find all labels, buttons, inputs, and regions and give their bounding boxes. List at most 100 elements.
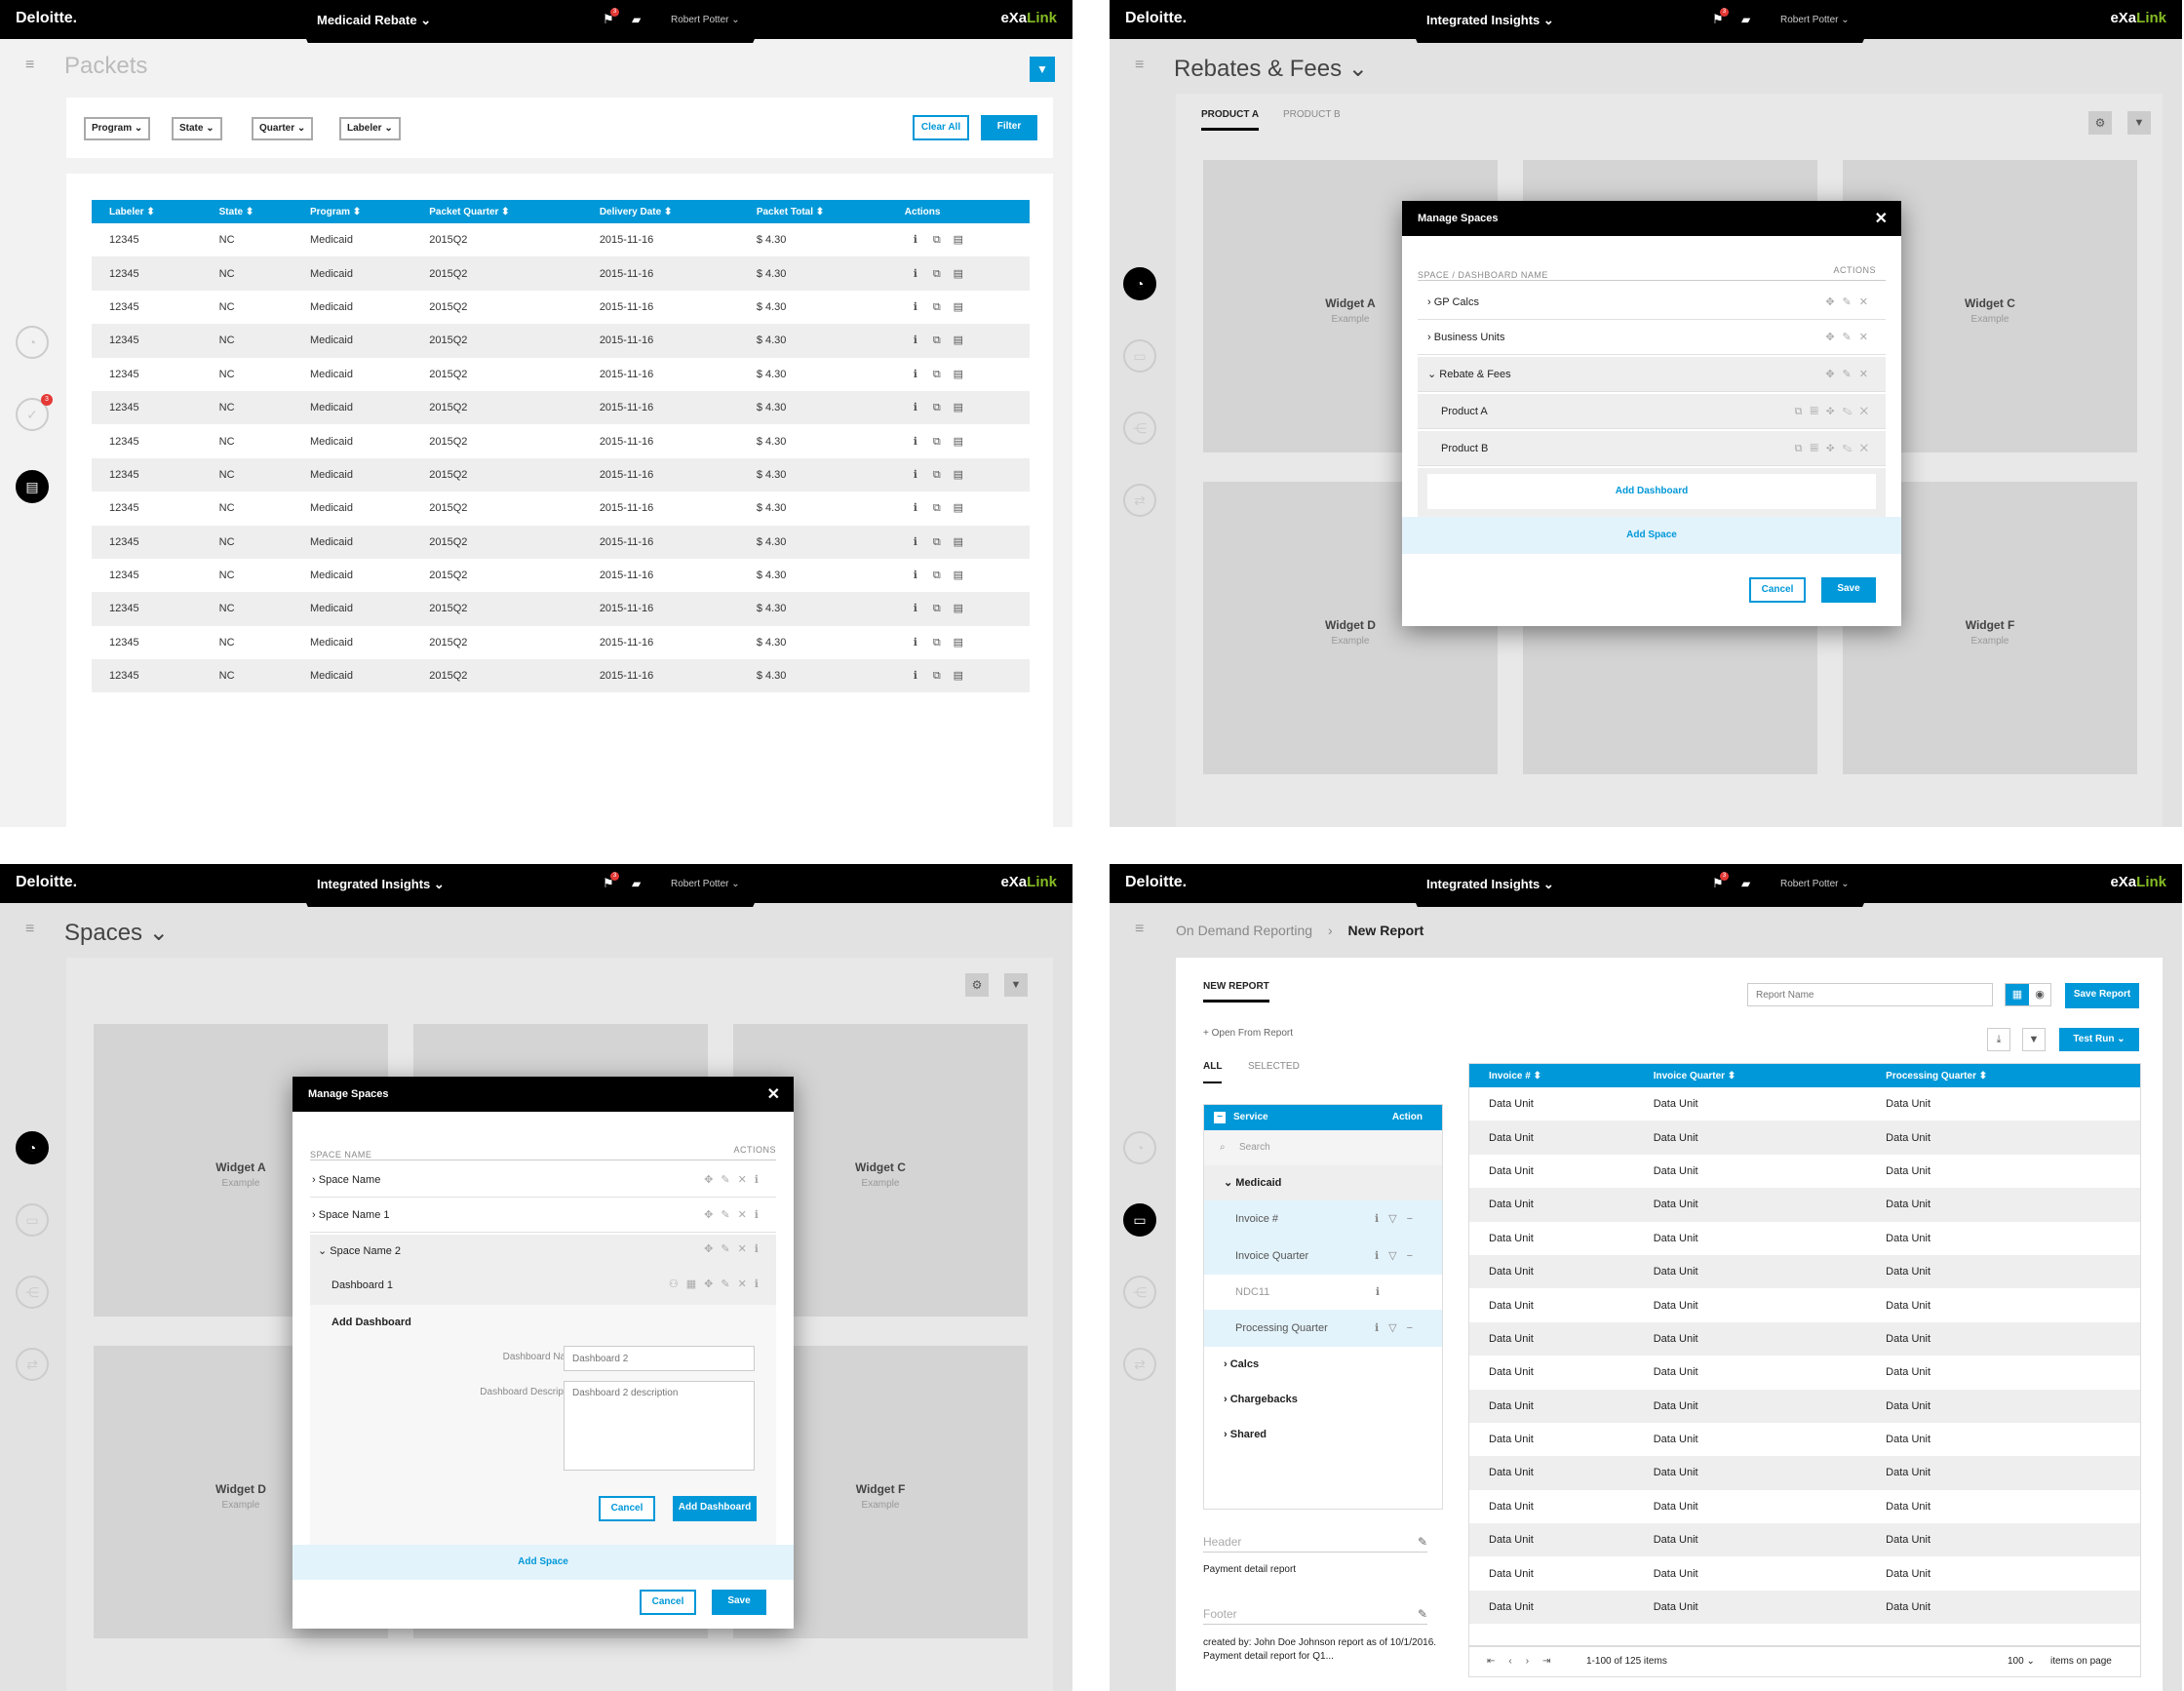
table-row[interactable]: 12345 NC Medicaid 2015Q2 2015-11-16 $ 4.30 ℹ ⧉ ▤ <box>92 291 1030 324</box>
info-icon[interactable]: ℹ <box>905 501 926 514</box>
info-icon[interactable]: ℹ <box>905 334 926 346</box>
table-row[interactable]: 12345 NC Medicaid 2015Q2 2015-11-16 $ 4.30 ℹ ⧉ ▤ <box>92 424 1030 457</box>
table-row[interactable]: Data Unit Data Unit Data Unit <box>1469 1321 2140 1357</box>
user-menu[interactable]: Robert Potter ⌄ <box>1780 879 1850 889</box>
copy-icon[interactable]: ⧉ <box>926 234 948 247</box>
document-icon[interactable]: ▤ <box>948 334 969 346</box>
labeler-filter[interactable]: Labeler ⌄ <box>339 117 401 140</box>
cancel-add-dashboard-button[interactable]: Cancel <box>599 1496 655 1521</box>
table-row[interactable]: Data Unit Data Unit Data Unit <box>1469 1155 2140 1188</box>
dashboard-name-input[interactable] <box>564 1346 755 1371</box>
space-row[interactable]: › GP Calcs ✥✎✕ <box>1418 285 1886 320</box>
table-row[interactable]: 12345 NC Medicaid 2015Q2 2015-11-16 $ 4.30 ℹ ⧉ ▤ <box>92 592 1030 626</box>
quarter-filter[interactable]: Quarter ⌄ <box>252 117 314 140</box>
table-row[interactable]: 12345 NC Medicaid 2015Q2 2015-11-16 $ 4.30 ℹ ⧉ ▤ <box>92 525 1030 559</box>
table-row[interactable]: 12345 NC Medicaid 2015Q2 2015-11-16 $ 4.30 ℹ ⧉ ▤ <box>92 390 1030 425</box>
copy-icon[interactable]: ⧉ <box>926 402 948 414</box>
space-row-expanded[interactable]: ⌄ Rebate & Fees ✥✎✕ <box>1418 357 1886 392</box>
cancel-button[interactable]: Cancel <box>640 1590 696 1615</box>
document-icon[interactable]: ▤ <box>948 636 969 649</box>
info-icon[interactable]: ℹ <box>905 468 926 481</box>
table-row[interactable]: 12345 NC Medicaid 2015Q2 2015-11-16 $ 4.30 ℹ ⧉ ▤ <box>92 492 1030 525</box>
table-row[interactable]: Data Unit Data Unit Data Unit <box>1469 1590 2140 1625</box>
table-row[interactable]: Data Unit Data Unit Data Unit <box>1469 1288 2140 1321</box>
table-row[interactable]: Data Unit Data Unit Data Unit <box>1469 1087 2140 1121</box>
user-menu[interactable]: Robert Potter ⌄ <box>1780 15 1850 25</box>
menu-icon[interactable]: ≡ <box>1135 57 1144 74</box>
table-row[interactable]: Data Unit Data Unit Data Unit <box>1469 1556 2140 1590</box>
chat-icon[interactable]: ▰ <box>1741 877 1750 890</box>
table-row[interactable]: Data Unit Data Unit Data Unit <box>1469 1423 2140 1456</box>
column-header[interactable]: Invoice Quarter ⬍ <box>1633 1064 1867 1087</box>
notification-icon[interactable]: ⚑ 3 <box>603 872 619 891</box>
row-actions[interactable]: ⚇▦✥✎✕ℹ <box>669 1278 766 1290</box>
clear-all-button[interactable]: Clear All <box>913 115 969 140</box>
tab-product-a[interactable]: PRODUCT A <box>1201 109 1260 131</box>
table-row[interactable]: 12345 NC Medicaid 2015Q2 2015-11-16 $ 4.30 ℹ ⧉ ▤ <box>92 626 1030 659</box>
info-icon[interactable]: ℹ <box>905 300 926 313</box>
field-actions[interactable]: ℹ▽− <box>1375 1238 1423 1275</box>
download-icon[interactable]: ⤓ <box>1987 1028 2010 1051</box>
tree-field[interactable]: Invoice # ℹ▽− <box>1204 1200 1442 1238</box>
filter-icon[interactable]: ▼ <box>2127 111 2151 135</box>
add-space-button[interactable]: Add Space <box>292 1545 794 1580</box>
chat-icon[interactable]: ▰ <box>632 877 641 890</box>
document-icon[interactable]: ▤ <box>948 535 969 548</box>
table-row[interactable]: 12345 NC Medicaid 2015Q2 2015-11-16 $ 4.30 ℹ ⧉ ▤ <box>92 559 1030 592</box>
dashboard-description-input[interactable] <box>564 1381 755 1471</box>
space-row[interactable]: › Space Name 1 ✥✎✕ℹ <box>310 1198 776 1233</box>
row-actions[interactable]: ✥✎✕ℹ <box>704 1242 766 1255</box>
close-icon[interactable]: ✕ <box>767 1084 780 1104</box>
tree-group-chargebacks[interactable]: › Chargebacks <box>1204 1382 1442 1417</box>
table-row[interactable]: 12345 NC Medicaid 2015Q2 2015-11-16 $ 4.30 ℹ ⧉ ▤ <box>92 659 1030 693</box>
table-row[interactable]: Data Unit Data Unit Data Unit <box>1469 1121 2140 1155</box>
save-button[interactable]: Save <box>712 1590 766 1615</box>
transfer-nav-icon[interactable]: ⇄ <box>1123 1348 1156 1381</box>
info-icon[interactable]: ℹ <box>905 435 926 448</box>
settings-icon[interactable]: ⚙ <box>965 973 989 997</box>
table-row[interactable]: Data Unit Data Unit Data Unit <box>1469 1222 2140 1255</box>
save-report-button[interactable]: Save Report <box>2065 983 2139 1008</box>
state-filter[interactable]: State ⌄ <box>172 117 222 140</box>
dashboard-nav-icon[interactable]: ◔ <box>1123 1131 1156 1164</box>
document-icon[interactable]: ▤ <box>948 300 969 313</box>
row-actions[interactable]: ✥✎✕ <box>1825 320 1876 355</box>
info-icon[interactable]: ℹ <box>905 267 926 280</box>
info-icon[interactable]: ℹ <box>905 368 926 380</box>
table-row[interactable]: Data Unit Data Unit Data Unit <box>1469 1456 2140 1490</box>
app-title-dropdown[interactable]: Integrated Insights ⌄ <box>1426 877 1554 892</box>
info-icon[interactable]: ℹ <box>905 636 926 649</box>
space-row[interactable]: › Business Units ✥✎✕ <box>1418 320 1886 355</box>
preview-icon[interactable]: ◉ <box>2029 984 2050 1005</box>
document-icon[interactable]: ▤ <box>948 401 969 413</box>
row-actions[interactable]: ⧉▦✥✎✕ <box>1795 431 1876 466</box>
breadcrumb-parent[interactable]: On Demand Reporting <box>1176 923 1312 938</box>
report-name-input[interactable] <box>1747 983 1993 1006</box>
document-icon[interactable]: ▤ <box>948 233 969 246</box>
transfer-nav-icon[interactable]: ⇄ <box>1123 484 1156 517</box>
table-row[interactable]: 12345 NC Medicaid 2015Q2 2015-11-16 $ 4.30 ℹ ⧉ ▤ <box>92 223 1030 256</box>
dashboard-nav-icon[interactable]: ◔ <box>1123 267 1156 300</box>
table-row[interactable]: 12345 NC Medicaid 2015Q2 2015-11-16 $ 4.30 ℹ ⧉ ▤ <box>92 324 1030 358</box>
copy-icon[interactable]: ⧉ <box>926 502 948 515</box>
page-title[interactable]: Spaces ⌄ <box>64 919 169 947</box>
menu-icon[interactable]: ≡ <box>1135 921 1144 938</box>
program-filter[interactable]: Program ⌄ <box>84 117 151 140</box>
tree-field[interactable]: Processing Quarter ℹ▽− <box>1204 1310 1442 1347</box>
pager-controls[interactable]: ⇤‹›⇥ <box>1487 1647 1564 1676</box>
page-size-select[interactable]: 100 ⌄ <box>2008 1647 2035 1676</box>
copy-icon[interactable]: ⧉ <box>926 301 948 314</box>
app-title-dropdown[interactable]: Integrated Insights ⌄ <box>317 877 445 892</box>
share-nav-icon[interactable]: ⋲ <box>1123 1276 1156 1309</box>
copy-icon[interactable]: ⧉ <box>926 637 948 649</box>
share-nav-icon[interactable]: ⋲ <box>1123 412 1156 445</box>
add-dashboard-button[interactable]: Add Dashboard <box>1427 474 1876 509</box>
dashboard-nav-icon[interactable]: ◔ <box>16 326 49 359</box>
packets-nav-icon[interactable]: ▤ <box>16 470 49 503</box>
copy-icon[interactable]: ⧉ <box>926 570 948 582</box>
cancel-button[interactable]: Cancel <box>1749 577 1806 603</box>
filter-icon[interactable]: ▼ <box>2022 1028 2046 1051</box>
field-actions[interactable]: ℹ▽− <box>1375 1310 1423 1347</box>
test-run-button[interactable]: Test Run ⌄ <box>2059 1028 2139 1051</box>
space-row-expanded[interactable]: ⌄ Space Name 2 <box>318 1244 401 1257</box>
